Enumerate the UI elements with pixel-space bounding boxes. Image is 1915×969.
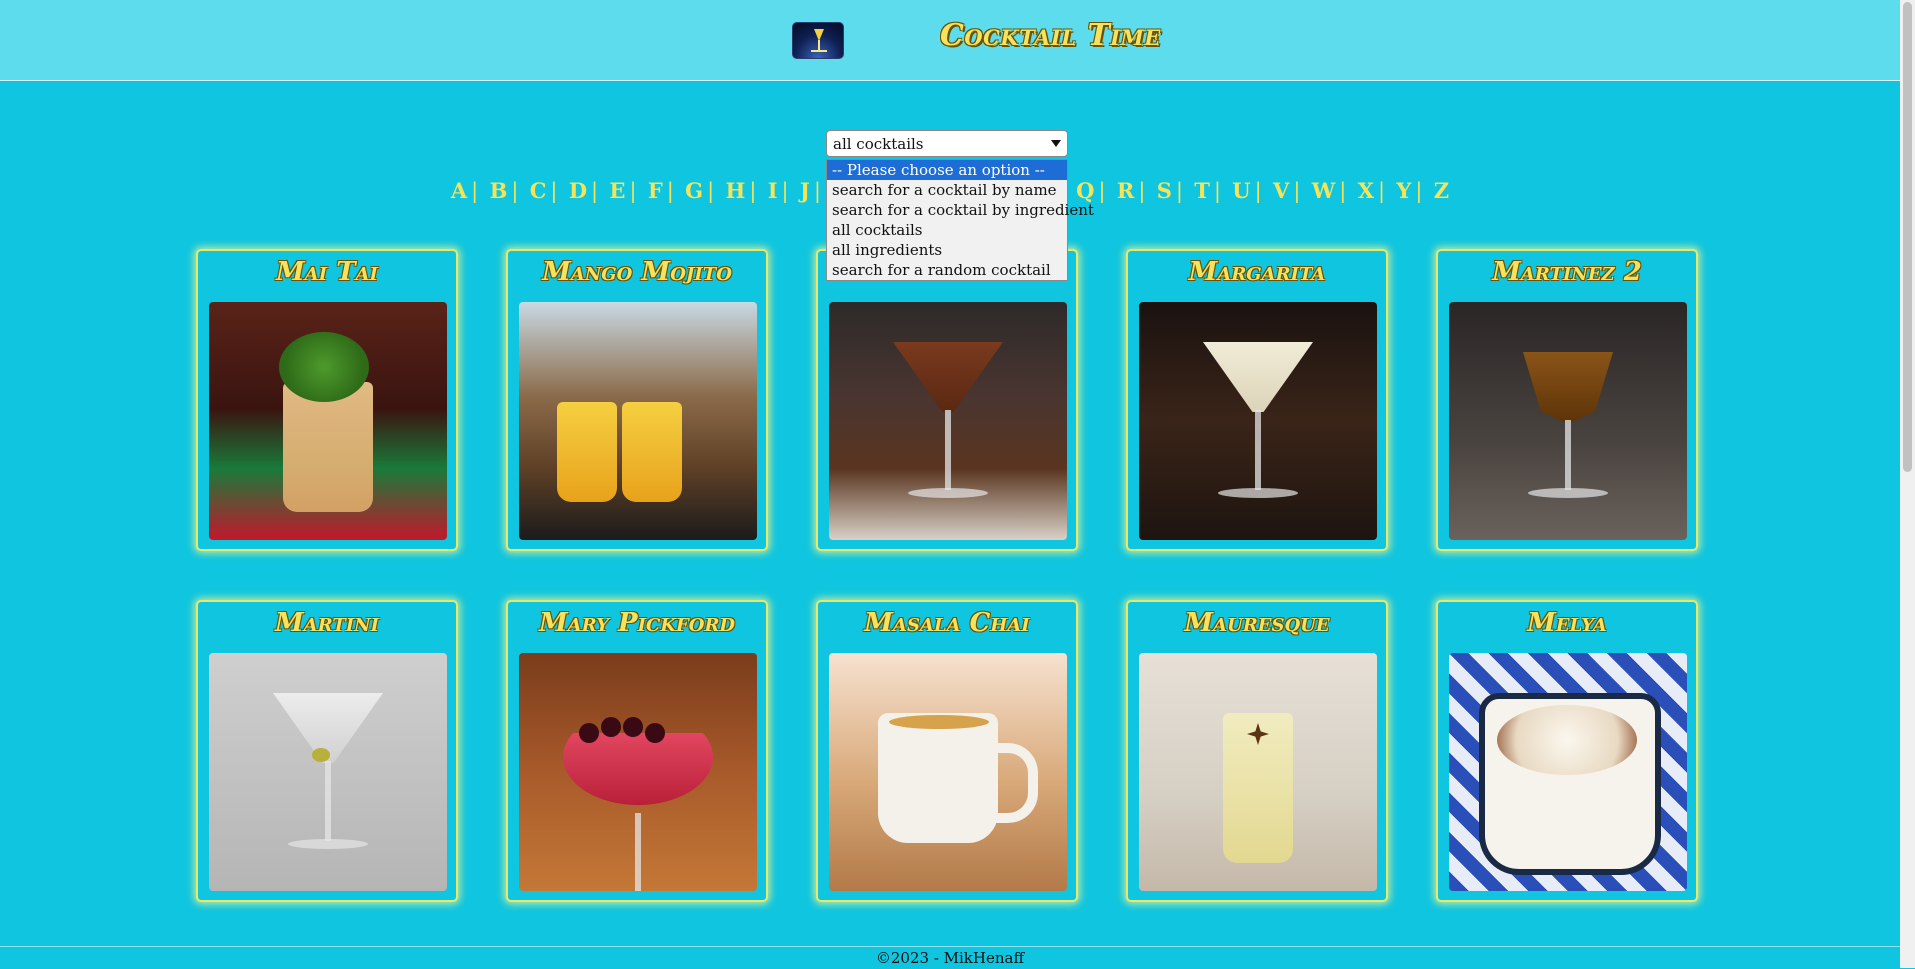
letter-link[interactable]: Q [1072,178,1098,203]
letter-link[interactable]: X [1354,178,1378,203]
site-title: Cocktail Time [940,18,1161,53]
letter-link[interactable]: C [526,178,551,203]
cocktail-name: Masala Chai [864,608,1030,638]
letter-link[interactable]: D [565,178,591,203]
cocktail-card[interactable]: Mai Tai [196,249,458,551]
letter-link[interactable]: W [1308,178,1340,203]
cocktail-name: Martini [274,608,380,638]
site-footer: ©2023 - MikHenaff [0,946,1900,969]
cocktail-name: Mary Pickford [538,608,736,638]
letter-link[interactable]: Y [1392,178,1415,203]
cocktail-photo[interactable] [209,653,447,891]
cocktail-photo[interactable] [1139,302,1377,540]
letter-link[interactable]: R [1113,178,1138,203]
cocktail-card[interactable]: Mauresque [1126,600,1388,902]
scrollbar-thumb[interactable] [1903,2,1912,472]
cocktail-logo-icon[interactable] [792,22,844,59]
letter-link[interactable]: E [605,178,629,203]
letter-link[interactable]: Z [1430,178,1453,203]
letter-link[interactable]: F [644,178,667,203]
cocktail-photo[interactable] [1139,653,1377,891]
letter-link[interactable]: H [721,178,749,203]
letter-link[interactable]: T [1190,178,1214,203]
search-mode-dropdown: -- Please choose an option -- search for… [826,159,1094,281]
dropdown-option[interactable]: search for a cocktail by name [827,180,1067,200]
dropdown-option[interactable]: all cocktails [827,220,1067,240]
cocktail-name: Margarita [1188,257,1326,287]
letter-link[interactable]: J [796,178,814,203]
cocktail-card[interactable]: Manhattan [816,249,1078,551]
cocktail-name: Mango Mojito [542,257,732,287]
chevron-down-icon [1051,140,1061,147]
dropdown-option[interactable]: all ingredients [827,240,1067,260]
page-scrollbar[interactable] [1900,0,1915,968]
letter-link[interactable]: B [486,178,512,203]
cocktail-name: Mauresque [1184,608,1330,638]
cocktail-card[interactable]: Melya [1436,600,1698,902]
cocktail-name: Melya [1527,608,1607,638]
search-mode-select[interactable]: all cocktails [826,130,1068,157]
letter-link[interactable]: V [1269,178,1293,203]
cocktail-photo[interactable] [1449,653,1687,891]
dropdown-option[interactable]: -- Please choose an option -- [827,160,1067,180]
cocktail-card[interactable]: Martini [196,600,458,902]
select-value: all cocktails [833,135,924,153]
cocktail-card[interactable]: Martinez 2 [1436,249,1698,551]
letter-link[interactable]: U [1228,178,1254,203]
letter-link[interactable]: A [447,178,471,203]
cocktail-card[interactable]: Margarita [1126,249,1388,551]
letter-link[interactable]: S [1153,178,1176,203]
cocktail-name: Martinez 2 [1492,257,1642,287]
cocktail-photo[interactable] [829,653,1067,891]
cocktail-photo[interactable] [519,653,757,891]
cocktail-name: Mai Tai [276,257,378,287]
cocktail-photo[interactable] [829,302,1067,540]
cocktail-card[interactable]: Mary Pickford [506,600,768,902]
letter-link[interactable]: I [764,178,782,203]
dropdown-option[interactable]: search for a random cocktail [827,260,1067,280]
cocktail-photo[interactable] [1449,302,1687,540]
cocktail-photo[interactable] [519,302,757,540]
cocktail-photo[interactable] [209,302,447,540]
dropdown-option[interactable]: search for a cocktail by ingredient [827,200,1094,220]
cocktail-card[interactable]: Masala Chai [816,600,1078,902]
site-header: Cocktail Time [0,0,1900,81]
cocktail-card[interactable]: Mango Mojito [506,249,768,551]
footer-copyright: ©2023 - MikHenaff [875,949,1025,967]
letter-link[interactable]: G [681,178,707,203]
